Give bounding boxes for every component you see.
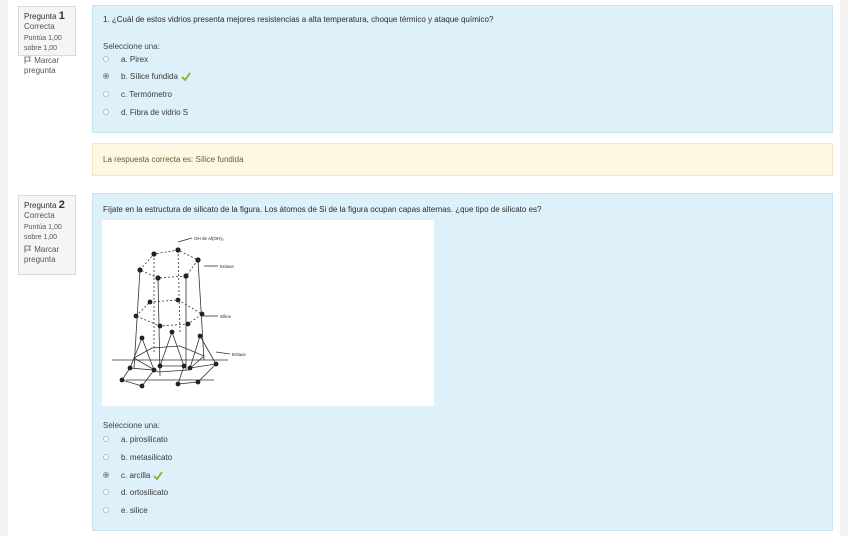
correct-check-icon xyxy=(153,470,164,480)
answer-option[interactable]: d. Fibra de vidrio S xyxy=(103,105,188,119)
question-1-info: Pregunta 1 Correcta Puntúa 1,00 sobre 1,0… xyxy=(18,6,76,75)
answer-label: b. metasilicato xyxy=(121,452,173,462)
question-label: Pregunta xyxy=(24,201,57,210)
answer-option[interactable]: b. metasilicato xyxy=(103,450,172,464)
grade-line-1: Puntúa 1,00 xyxy=(24,224,62,231)
radio-button[interactable] xyxy=(103,436,109,442)
silicate-structure-figure: OH de Al(OH)₃ Enlace Sílice Enlace xyxy=(102,220,434,406)
answer-label: d. Fibra de vidrio S xyxy=(121,107,189,117)
answer-option[interactable]: a. Pirex xyxy=(103,52,148,66)
question-number: 2 xyxy=(58,199,65,211)
answer-option[interactable]: a. pirosilicato xyxy=(103,432,168,446)
question-number: 1 xyxy=(58,10,65,22)
silicate-diagram: OH de Al(OH)₃ Enlace Sílice Enlace xyxy=(112,236,246,389)
radio-button-selected[interactable] xyxy=(103,472,109,478)
answer-option[interactable]: c. arcilla xyxy=(103,468,164,482)
question-1-content: 1. ¿Cuál de estos vidrios presenta mejor… xyxy=(92,5,833,133)
flag-label-2: pregunta xyxy=(24,66,56,75)
question-1-prompt: Seleccione una: xyxy=(103,42,160,51)
question-2-number: Pregunta 2 xyxy=(24,199,65,211)
flag-label-1: Marcar xyxy=(34,56,60,65)
question-label: Pregunta xyxy=(24,12,57,21)
flag-label-2: pregunta xyxy=(24,255,56,264)
flag-label-1: Marcar xyxy=(34,245,60,254)
answer-label: a. pirosilicato xyxy=(121,434,168,444)
figure-label: Sílice xyxy=(220,314,232,319)
radio-button[interactable] xyxy=(103,56,109,62)
question-state: Correcta xyxy=(24,211,55,220)
answer-label: d. ortosilicato xyxy=(121,487,169,497)
grade-line-1: Puntúa 1,00 xyxy=(24,35,62,42)
feedback-text: La respuesta correcta es: Sílice fundida xyxy=(103,155,244,164)
answer-label: c. arcilla xyxy=(121,470,151,480)
correct-check-icon xyxy=(181,71,191,81)
flag-icon xyxy=(24,56,32,64)
answer-option[interactable]: b. Sílice fundida xyxy=(103,69,191,83)
answer-label: a. Pirex xyxy=(121,54,149,64)
radio-button[interactable] xyxy=(103,454,109,460)
question-1-number: Pregunta 1 xyxy=(24,10,65,22)
radio-button[interactable] xyxy=(103,109,109,115)
flag-icon xyxy=(24,245,32,253)
answer-label: b. Sílice fundida xyxy=(121,71,178,81)
flag-question-link[interactable]: Marcar pregunta xyxy=(24,56,71,76)
radio-button-selected[interactable] xyxy=(103,73,109,79)
answer-option[interactable]: e. silice xyxy=(103,503,148,517)
grade-line-2: sobre 1,00 xyxy=(24,234,58,241)
quiz-review-page: Pregunta 1 Correcta Puntúa 1,00 sobre 1,0… xyxy=(8,0,840,536)
answer-label: e. silice xyxy=(121,505,148,515)
question-state: Correcta xyxy=(24,22,55,31)
question-2-info: Pregunta 2 Correcta Puntúa 1,00 sobre 1,0… xyxy=(18,195,76,275)
radio-button[interactable] xyxy=(103,489,109,495)
question-2-text: Fíjate en la estructura de silicato de l… xyxy=(103,205,542,214)
right-answer-feedback: La respuesta correcta es: Sílice fundida xyxy=(92,143,833,176)
figure-label: Enlace xyxy=(220,264,234,269)
question-grade: Puntúa 1,00 sobre 1,00 xyxy=(24,34,71,54)
answer-option[interactable]: d. ortosilicato xyxy=(103,485,168,499)
answer-label: c. Termómetro xyxy=(121,89,172,99)
grade-line-2: sobre 1,00 xyxy=(24,45,58,52)
question-1-text: 1. ¿Cuál de estos vidrios presenta mejor… xyxy=(103,15,494,24)
radio-button[interactable] xyxy=(103,91,109,97)
question-2-prompt: Seleccione una: xyxy=(103,421,160,430)
question-2-content: Fíjate en la estructura de silicato de l… xyxy=(92,193,833,531)
flag-question-link[interactable]: Marcar pregunta xyxy=(24,245,71,265)
answer-option[interactable]: c. Termómetro xyxy=(103,87,172,101)
question-grade: Puntúa 1,00 sobre 1,00 xyxy=(24,223,71,243)
radio-button[interactable] xyxy=(103,507,109,513)
figure-label: OH de Al(OH)₃ xyxy=(194,236,224,241)
figure-label: Enlace xyxy=(232,352,246,357)
